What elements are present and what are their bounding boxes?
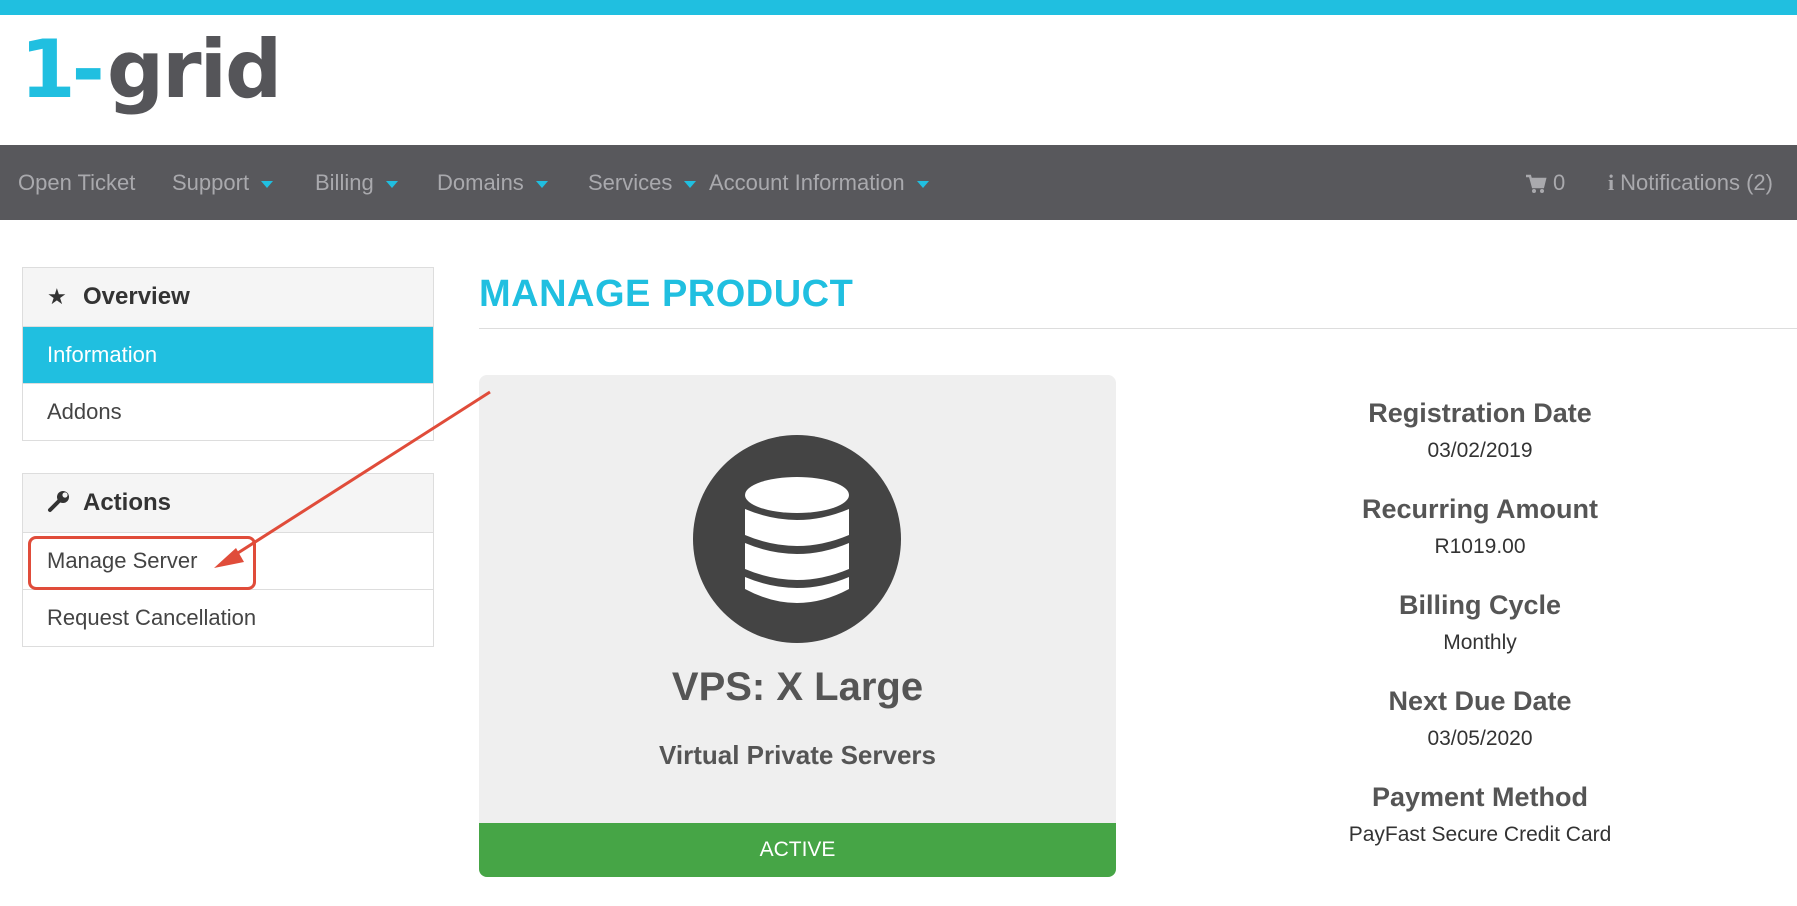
- nav-label: Billing: [315, 170, 374, 195]
- registration-date-value: 03/02/2019: [1427, 439, 1533, 462]
- payment-method-value: PayFast Secure Credit Card: [1348, 823, 1612, 846]
- billing-cycle-value: Monthly: [1443, 631, 1517, 654]
- product-card: VPS: X Large Virtual Private Servers ACT…: [479, 375, 1116, 877]
- star-icon: ★: [47, 284, 67, 309]
- nav-label: Support: [172, 170, 250, 195]
- actions-heading: Actions: [23, 474, 433, 533]
- sidebar-item-information[interactable]: Information: [23, 327, 433, 384]
- sidebar-item-label: Request Cancellation: [47, 605, 257, 630]
- recurring-amount-value: R1019.00: [1434, 535, 1526, 558]
- sidebar-item-request-cancellation[interactable]: Request Cancellation: [23, 590, 433, 646]
- actions-title: Actions: [83, 489, 172, 516]
- info-icon: i: [1608, 170, 1615, 195]
- caret-down-icon: [684, 180, 697, 188]
- nav-account-information[interactable]: Account Information: [709, 145, 929, 220]
- overview-panel: ★ Overview Information Addons: [22, 267, 434, 441]
- product-name: VPS: X Large: [671, 665, 924, 709]
- title-divider: [479, 328, 1797, 329]
- page-title: MANAGE PRODUCT: [479, 273, 854, 315]
- sidebar-item-addons[interactable]: Addons: [23, 384, 433, 440]
- notifications-label: Notifications (2): [1620, 170, 1773, 195]
- payment-method-label: Payment Method: [1371, 782, 1589, 812]
- cart-link[interactable]: 0: [1525, 145, 1565, 220]
- nav-label: Services: [588, 170, 673, 195]
- registration-date-label: Registration Date: [1368, 398, 1592, 428]
- product-group: Virtual Private Servers: [658, 740, 937, 770]
- logo-number: 1: [20, 23, 76, 116]
- notifications-link[interactable]: i Notifications (2): [1608, 145, 1773, 220]
- caret-down-icon: [535, 180, 548, 188]
- wrench-icon: [47, 474, 73, 532]
- cart-count: 0: [1553, 170, 1566, 195]
- recurring-amount-label: Recurring Amount: [1362, 494, 1598, 524]
- product-details: Registration Date 03/02/2019 Recurring A…: [1310, 395, 1650, 875]
- nav-label: Domains: [437, 170, 524, 195]
- logo-dash: -: [71, 23, 105, 116]
- logo-text: grid: [106, 23, 282, 116]
- top-accent-bar: [0, 0, 1797, 15]
- nav-billing[interactable]: Billing: [315, 145, 398, 220]
- site-logo[interactable]: 1 - grid: [20, 23, 282, 130]
- sidebar-item-label: Information: [47, 342, 158, 367]
- nav-label: Open Ticket: [18, 170, 136, 195]
- main-navbar: Open Ticket Support Billing Domains Serv…: [0, 145, 1797, 220]
- nav-open-ticket[interactable]: Open Ticket: [18, 145, 135, 220]
- next-due-date-label: Next Due Date: [1388, 686, 1572, 716]
- sidebar-item-label: Addons: [47, 399, 122, 424]
- nav-services[interactable]: Services: [588, 145, 697, 220]
- caret-down-icon: [916, 180, 929, 188]
- next-due-date-value: 03/05/2020: [1427, 727, 1533, 750]
- caret-down-icon: [261, 180, 274, 188]
- nav-domains[interactable]: Domains: [437, 145, 548, 220]
- caret-down-icon: [385, 180, 398, 188]
- overview-heading: ★ Overview: [23, 268, 433, 327]
- billing-cycle-label: Billing Cycle: [1398, 590, 1562, 620]
- nav-label: Account Information: [709, 170, 905, 195]
- database-icon: [693, 435, 901, 643]
- highlight-box: [28, 536, 256, 590]
- nav-support[interactable]: Support: [172, 145, 274, 220]
- overview-title: Overview: [83, 283, 190, 310]
- status-badge: ACTIVE: [479, 823, 1116, 877]
- shopping-cart-icon: [1526, 174, 1547, 194]
